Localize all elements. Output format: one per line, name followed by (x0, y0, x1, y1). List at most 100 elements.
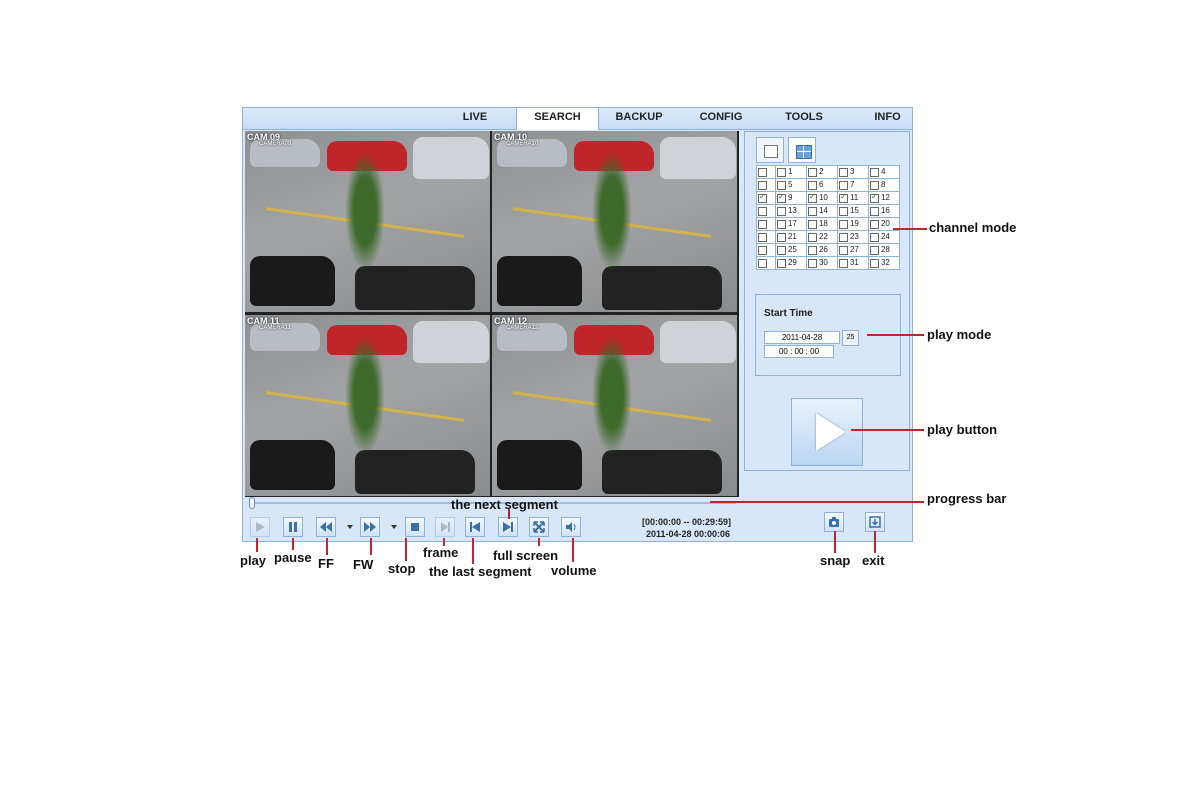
channel-cell[interactable]: 10 (805, 191, 838, 205)
channel-cell[interactable]: 2 (805, 165, 838, 179)
row-select-cell[interactable] (756, 165, 776, 179)
channel-checkbox[interactable] (807, 180, 817, 190)
channel-cell[interactable]: 18 (805, 217, 838, 231)
channel-cell[interactable]: 1 (774, 165, 807, 179)
channel-checkbox[interactable] (869, 180, 879, 190)
channel-checkbox[interactable] (776, 232, 786, 242)
camera-view-10[interactable]: CAM 10 CAMERA10 (492, 131, 737, 312)
channel-cell[interactable]: 15 (836, 204, 869, 218)
exit-button[interactable] (865, 512, 885, 532)
row-select-checkbox[interactable] (758, 219, 767, 229)
channel-checkbox[interactable] (838, 180, 848, 190)
channel-checkbox[interactable] (869, 219, 879, 229)
tab-config[interactable]: CONFIG (683, 108, 759, 129)
channel-cell[interactable]: 28 (867, 243, 901, 257)
row-select-cell[interactable] (756, 256, 776, 270)
row-select-checkbox[interactable] (758, 232, 767, 242)
camera-view-11[interactable]: CAM 11 CAMERA11 (245, 315, 490, 496)
row-select-checkbox[interactable] (758, 206, 767, 216)
channel-cell[interactable]: 21 (774, 230, 807, 244)
channel-checkbox[interactable] (776, 167, 786, 177)
channel-cell[interactable]: 5 (774, 178, 807, 192)
channel-checkbox[interactable] (869, 167, 879, 177)
row-select-checkbox[interactable] (758, 192, 767, 203)
channel-cell[interactable]: 23 (836, 230, 869, 244)
progress-knob[interactable] (249, 497, 255, 509)
channel-checkbox[interactable] (807, 206, 817, 216)
channel-checkbox[interactable] (869, 258, 879, 268)
channel-cell[interactable]: 11 (836, 191, 869, 205)
channel-cell[interactable]: 7 (836, 178, 869, 192)
previous-segment-button[interactable] (465, 517, 485, 537)
row-select-cell[interactable] (756, 204, 776, 218)
calendar-icon[interactable]: 25 (842, 330, 859, 346)
forward-speed-dropdown[interactable] (391, 525, 397, 529)
channel-checkbox[interactable] (838, 192, 848, 203)
channel-checkbox[interactable] (776, 258, 786, 268)
snapshot-button[interactable] (824, 512, 844, 532)
channel-checkbox[interactable] (838, 219, 848, 229)
frame-button[interactable] (435, 517, 455, 537)
single-view-mode-button[interactable] (756, 137, 784, 163)
tab-live[interactable]: LIVE (437, 108, 513, 129)
camera-view-12[interactable]: CAM 12 CAMERA12 (492, 315, 737, 496)
row-select-cell[interactable] (756, 230, 776, 244)
channel-checkbox[interactable] (807, 192, 817, 203)
channel-cell[interactable]: 29 (774, 256, 807, 270)
playback-video-area[interactable]: CAM 09 CAMERA09 CAM 10 CAMERA10 CAM 11 C… (245, 131, 739, 497)
channel-cell[interactable]: 14 (805, 204, 838, 218)
channel-cell[interactable]: 19 (836, 217, 869, 231)
row-select-cell[interactable] (756, 217, 776, 231)
channel-cell[interactable]: 12 (867, 191, 901, 205)
channel-checkbox[interactable] (807, 232, 817, 242)
tab-tools[interactable]: TOOLS (766, 108, 842, 129)
channel-cell[interactable]: 17 (774, 217, 807, 231)
channel-checkbox[interactable] (838, 206, 848, 216)
channel-checkbox[interactable] (776, 245, 786, 255)
channel-checkbox[interactable] (869, 232, 879, 242)
channel-cell[interactable]: 32 (867, 256, 901, 270)
tab-backup[interactable]: BACKUP (601, 108, 677, 129)
channel-cell[interactable]: 31 (836, 256, 869, 270)
channel-cell[interactable]: 24 (867, 230, 901, 244)
stop-button[interactable] (405, 517, 425, 537)
channel-checkbox[interactable] (776, 219, 786, 229)
camera-view-09[interactable]: CAM 09 CAMERA09 (245, 131, 490, 312)
channel-cell[interactable]: 16 (867, 204, 901, 218)
channel-cell[interactable]: 6 (805, 178, 838, 192)
start-date-field[interactable]: 2011-04-28 (764, 331, 840, 344)
pause-button[interactable] (283, 517, 303, 537)
channel-cell[interactable]: 3 (836, 165, 869, 179)
channel-checkbox[interactable] (838, 232, 848, 242)
tab-info[interactable]: INFO (855, 108, 920, 129)
channel-cell[interactable]: 9 (774, 191, 807, 205)
channel-cell[interactable]: 4 (867, 165, 901, 179)
channel-cell[interactable]: 13 (774, 204, 807, 218)
channel-cell[interactable]: 25 (774, 243, 807, 257)
channel-checkbox[interactable] (807, 167, 817, 177)
row-select-cell[interactable] (756, 243, 776, 257)
channel-checkbox[interactable] (838, 167, 848, 177)
quad-view-mode-button[interactable] (788, 137, 816, 163)
channel-checkbox[interactable] (869, 192, 879, 203)
rewind-speed-dropdown[interactable] (347, 525, 353, 529)
channel-checkbox[interactable] (776, 192, 786, 203)
full-screen-button[interactable] (529, 517, 549, 537)
channel-cell[interactable]: 26 (805, 243, 838, 257)
row-select-checkbox[interactable] (758, 245, 767, 255)
volume-button[interactable] (561, 517, 581, 537)
channel-checkbox[interactable] (838, 245, 848, 255)
fast-forward-button[interactable] (360, 517, 380, 537)
next-segment-button[interactable] (498, 517, 518, 537)
row-select-checkbox[interactable] (758, 180, 767, 190)
channel-checkbox[interactable] (807, 258, 817, 268)
channel-checkbox[interactable] (807, 245, 817, 255)
row-select-checkbox[interactable] (758, 167, 767, 177)
channel-cell[interactable]: 22 (805, 230, 838, 244)
channel-cell[interactable]: 8 (867, 178, 901, 192)
tab-search[interactable]: SEARCH (516, 108, 599, 130)
channel-cell[interactable]: 30 (805, 256, 838, 270)
channel-checkbox[interactable] (838, 258, 848, 268)
row-select-checkbox[interactable] (758, 258, 767, 268)
start-time-field[interactable]: 00 : 00 : 00 (764, 345, 834, 358)
